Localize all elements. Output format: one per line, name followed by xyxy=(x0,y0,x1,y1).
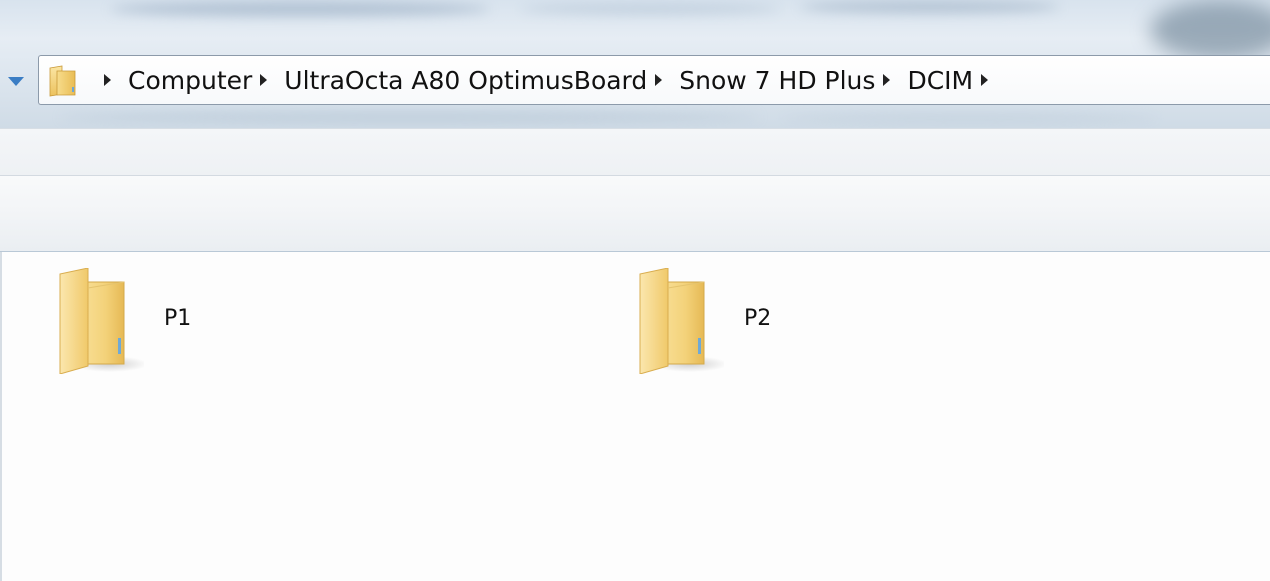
folder-name: P2 xyxy=(744,306,772,331)
breadcrumb-computer[interactable]: Computer xyxy=(128,66,252,95)
folder-icon xyxy=(59,268,144,374)
chevron-right-icon[interactable] xyxy=(655,74,663,86)
list-item[interactable]: P1 xyxy=(52,268,272,378)
folder-name: P1 xyxy=(164,306,192,331)
breadcrumb-device[interactable]: UltraOcta A80 OptimusBoard xyxy=(284,66,647,95)
breadcrumb-dcim[interactable]: DCIM xyxy=(907,66,973,95)
chevron-right-icon[interactable] xyxy=(260,74,268,86)
breadcrumb: Computer UltraOcta A80 OptimusBoard Snow… xyxy=(96,55,1005,105)
breadcrumb-storage[interactable]: Snow 7 HD Plus xyxy=(679,66,875,95)
chevron-right-icon[interactable] xyxy=(981,74,989,86)
command-bar xyxy=(0,128,1270,176)
chevron-down-icon[interactable] xyxy=(8,77,24,86)
chevron-right-icon[interactable] xyxy=(883,74,891,86)
chevron-right-icon[interactable] xyxy=(104,74,111,86)
explorer-window: Computer UltraOcta A80 OptimusBoard Snow… xyxy=(0,0,1270,581)
folder-icon xyxy=(639,268,724,374)
column-header-bar xyxy=(0,176,1270,252)
address-row: Computer UltraOcta A80 OptimusBoard Snow… xyxy=(0,55,1270,107)
list-item[interactable]: P2 xyxy=(632,268,852,378)
folder-icon xyxy=(49,65,76,97)
